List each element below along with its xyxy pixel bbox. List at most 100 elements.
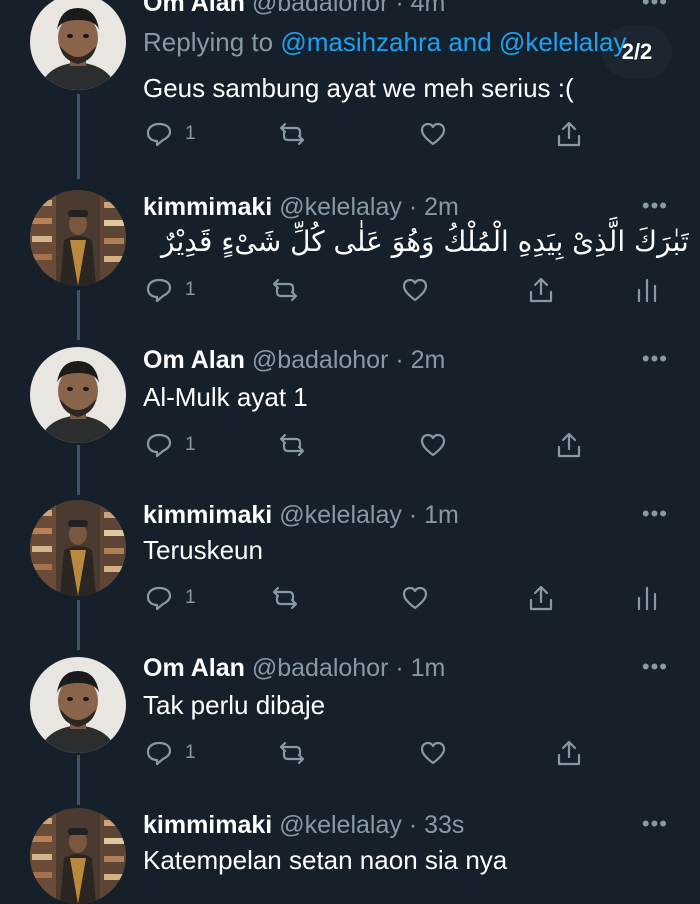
tweet-time[interactable]: 2m (424, 193, 459, 221)
more-options-icon[interactable]: ••• (642, 348, 668, 370)
separator-dot: · (395, 0, 404, 17)
replying-to-users[interactable]: @masihzahra and @kelelalay (280, 27, 626, 57)
thread-line (77, 94, 80, 179)
tweet-actions: 1 (143, 120, 663, 150)
share-icon (557, 432, 581, 458)
tweet-text: Tak perlu dibaje (143, 690, 326, 720)
more-options-icon[interactable]: ••• (642, 656, 668, 678)
share-button[interactable] (527, 584, 555, 612)
avatar[interactable] (30, 0, 126, 90)
retweet-icon (279, 741, 305, 765)
tweet-text: Al-Mulk ayat 1 (143, 382, 308, 412)
display-name[interactable]: Om Alan (143, 654, 245, 682)
display-name[interactable]: Om Alan (143, 346, 245, 374)
heart-icon (420, 741, 446, 765)
retweet-icon (272, 278, 298, 302)
tweet-actions: 1 (143, 276, 663, 306)
share-button[interactable] (555, 431, 583, 459)
tweet-header: Om Alan @badalohor · 1m (143, 653, 445, 683)
analytics-button[interactable] (633, 276, 661, 304)
share-icon (529, 585, 553, 611)
user-handle[interactable]: @badalohor (252, 0, 389, 17)
avatar[interactable] (30, 190, 126, 286)
like-button[interactable] (419, 120, 447, 148)
share-button[interactable] (555, 120, 583, 148)
tweet-text: Katempelan setan naon sia nya (143, 845, 508, 875)
like-button[interactable] (419, 739, 447, 767)
share-button[interactable] (527, 276, 555, 304)
like-button[interactable] (401, 584, 429, 612)
reply-button[interactable]: 1 (145, 739, 196, 767)
tweet-6[interactable]: kimmimaki @kelelalay · 33s ••• Katempela… (0, 808, 700, 871)
more-options-icon[interactable]: ••• (642, 0, 668, 13)
display-name[interactable]: Om Alan (143, 0, 245, 17)
tweet-header: Om Alan @badalohor · 2m (143, 345, 445, 375)
tweet-1[interactable]: Om Alan @badalohor · 4m ••• Replying to … (0, 0, 700, 179)
reply-count: 1 (185, 123, 196, 144)
more-options-icon[interactable]: ••• (642, 813, 668, 835)
user-handle[interactable]: @badalohor (252, 346, 389, 374)
display-name[interactable]: kimmimaki (143, 193, 272, 221)
share-button[interactable] (555, 739, 583, 767)
retweet-button[interactable] (271, 584, 299, 612)
tweet-actions: 1 (143, 584, 663, 614)
reply-count: 1 (185, 279, 196, 300)
tweet-time[interactable]: 2m (411, 346, 446, 374)
display-name[interactable]: kimmimaki (143, 501, 272, 529)
like-button[interactable] (401, 276, 429, 304)
avatar[interactable] (30, 657, 126, 753)
reply-count: 1 (185, 434, 196, 455)
tweet-text: تَبٰرَكَ الَّذِىْ بِيَدِهِ الْمُلْكُ وَه… (161, 225, 689, 258)
tweet-2[interactable]: kimmimaki @kelelalay · 2m ••• تَبٰرَكَ ا… (0, 190, 700, 345)
avatar[interactable] (30, 808, 126, 904)
like-button[interactable] (419, 431, 447, 459)
retweet-button[interactable] (278, 431, 306, 459)
retweet-button[interactable] (271, 276, 299, 304)
tweet-4[interactable]: kimmimaki @kelelalay · 1m ••• Teruskeun … (0, 500, 700, 655)
tweet-header: kimmimaki @kelelalay · 33s (143, 810, 464, 840)
thread-line (77, 755, 80, 805)
more-options-icon[interactable]: ••• (642, 195, 668, 217)
thread-line (77, 290, 80, 340)
reply-button[interactable]: 1 (145, 276, 196, 304)
separator-dot: · (395, 346, 404, 374)
separator-dot: · (408, 811, 418, 839)
tweet-header: Om Alan @badalohor · 4m (143, 0, 445, 18)
tweet-time[interactable]: 33s (424, 811, 464, 839)
analytics-icon (637, 278, 657, 303)
heart-icon (420, 433, 446, 457)
tweet-time[interactable]: 1m (411, 654, 446, 682)
tweet-actions: 1 (143, 431, 663, 461)
tweet-time[interactable]: 1m (424, 501, 459, 529)
thread-line (77, 445, 80, 495)
reply-button[interactable]: 1 (145, 120, 196, 148)
analytics-button[interactable] (633, 584, 661, 612)
reply-button[interactable]: 1 (145, 431, 196, 459)
reply-button[interactable]: 1 (145, 584, 196, 612)
tweet-text: Teruskeun (143, 535, 263, 565)
user-handle[interactable]: @badalohor (252, 654, 389, 682)
separator-dot: · (408, 193, 418, 221)
reply-count: 1 (185, 742, 196, 763)
reply-icon (146, 586, 172, 611)
tweet-5[interactable]: Om Alan @badalohor · 1m ••• Tak perlu di… (0, 653, 700, 805)
user-handle[interactable]: @kelelalay (279, 501, 402, 529)
tweet-header: kimmimaki @kelelalay · 1m (143, 500, 459, 530)
separator-dot: · (395, 654, 404, 682)
display-name[interactable]: kimmimaki (143, 811, 272, 839)
tweet-3[interactable]: Om Alan @badalohor · 2m ••• Al-Mulk ayat… (0, 345, 700, 500)
heart-icon (420, 122, 446, 146)
avatar[interactable] (30, 347, 126, 443)
retweet-button[interactable] (278, 120, 306, 148)
tweet-time[interactable]: 4m (411, 0, 446, 17)
user-handle[interactable]: @kelelalay (279, 811, 402, 839)
heart-icon (402, 586, 428, 610)
user-handle[interactable]: @kelelalay (279, 193, 402, 221)
reply-count: 1 (185, 587, 196, 608)
reply-icon (146, 741, 172, 766)
retweet-button[interactable] (278, 739, 306, 767)
more-options-icon[interactable]: ••• (642, 503, 668, 525)
avatar[interactable] (30, 500, 126, 596)
share-icon (557, 740, 581, 766)
retweet-icon (279, 433, 305, 457)
